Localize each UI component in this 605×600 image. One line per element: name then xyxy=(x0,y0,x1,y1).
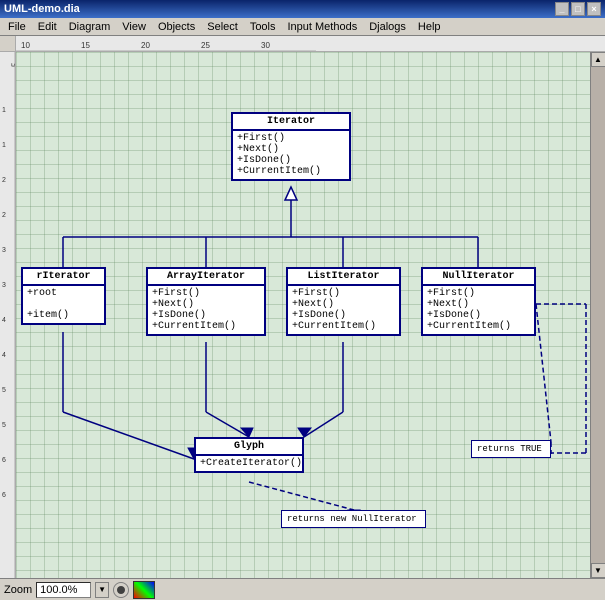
arrayiterator-methods: +First() +Next() +IsDone() +CurrentItem(… xyxy=(148,286,264,334)
arrayiterator-class: ArrayIterator +First() +Next() +IsDone()… xyxy=(146,267,266,336)
svg-text:1: 1 xyxy=(2,107,6,114)
menu-objects[interactable]: Objects xyxy=(152,20,201,34)
menu-file[interactable]: File xyxy=(2,20,32,34)
menu-tools[interactable]: Tools xyxy=(244,20,282,34)
horizontal-ruler: 10 15 20 25 30 35 40 xyxy=(0,36,605,52)
vscroll-down-button[interactable]: ▼ xyxy=(591,563,605,578)
vertical-ruler: 5 1 1 2 2 3 3 4 4 5 5 6 6 xyxy=(0,52,16,578)
svg-text:30: 30 xyxy=(261,41,270,50)
svg-text:6: 6 xyxy=(2,492,6,499)
vertical-scrollbar[interactable]: ▲ ▼ xyxy=(590,52,605,578)
menu-select[interactable]: Select xyxy=(201,20,244,34)
color-button[interactable] xyxy=(133,581,155,599)
vscroll-up-button[interactable]: ▲ xyxy=(591,52,605,67)
menu-bar: File Edit Diagram View Objects Select To… xyxy=(0,18,605,36)
window-controls[interactable]: _ □ × xyxy=(555,2,601,16)
vscroll-track[interactable] xyxy=(591,67,605,563)
nulliterator-class: NullIterator +First() +Next() +IsDone() … xyxy=(421,267,536,336)
svg-text:4: 4 xyxy=(2,352,6,359)
svg-text:5: 5 xyxy=(2,387,6,394)
returns-true-note: returns TRUE xyxy=(471,440,551,458)
status-bar: Zoom 100.0% ▼ xyxy=(0,578,605,600)
listiterator-title: ListIterator xyxy=(288,269,399,286)
svg-text:15: 15 xyxy=(81,41,90,50)
diagram-canvas[interactable]: Iterator +First() +Next() +IsDone() +Cur… xyxy=(16,52,590,578)
listiterator-methods: +First() +Next() +IsDone() +CurrentItem(… xyxy=(288,286,399,334)
glyph-methods: +CreateIterator() xyxy=(196,456,302,471)
menu-input-methods[interactable]: Input Methods xyxy=(282,20,364,34)
close-button[interactable]: × xyxy=(587,2,601,16)
menu-edit[interactable]: Edit xyxy=(32,20,63,34)
svg-text:2: 2 xyxy=(2,177,6,184)
title-bar: UML-demo.dia _ □ × xyxy=(0,0,605,18)
iterator-title: Iterator xyxy=(233,114,349,131)
ruler-corner xyxy=(0,36,16,52)
svg-text:2: 2 xyxy=(2,212,6,219)
menu-djalogs[interactable]: Djalogs xyxy=(363,20,412,34)
returns-nulliterator-note: returns new NullIterator xyxy=(281,510,426,528)
menu-help[interactable]: Help xyxy=(412,20,447,34)
origin-dot-button[interactable] xyxy=(113,582,129,598)
origin-dot-icon xyxy=(117,586,125,594)
svg-text:20: 20 xyxy=(141,41,150,50)
minimize-button[interactable]: _ xyxy=(555,2,569,16)
iterator-methods: +First() +Next() +IsDone() +CurrentItem(… xyxy=(233,131,349,179)
svg-text:4: 4 xyxy=(2,317,6,324)
maximize-button[interactable]: □ xyxy=(571,2,585,16)
main-area: 5 1 1 2 2 3 3 4 4 5 5 6 6 xyxy=(0,52,605,578)
returns-nulliterator-text: returns new NullIterator xyxy=(287,514,417,524)
svg-text:10: 10 xyxy=(21,41,30,50)
svg-text:5: 5 xyxy=(2,422,6,429)
glyph-class: Glyph +CreateIterator() xyxy=(194,437,304,473)
svg-text:3: 3 xyxy=(2,282,6,289)
arrayiterator-title: ArrayIterator xyxy=(148,269,264,286)
nulliterator-methods: +First() +Next() +IsDone() +CurrentItem(… xyxy=(423,286,534,334)
riterator-methods: +root +item() xyxy=(23,286,104,323)
returns-true-text: returns TRUE xyxy=(477,444,542,454)
svg-text:6: 6 xyxy=(2,457,6,464)
menu-diagram[interactable]: Diagram xyxy=(63,20,117,34)
ruler-v-marks: 5 1 1 2 2 3 3 4 4 5 5 6 6 xyxy=(0,52,16,578)
ruler-h-marks: 10 15 20 25 30 35 40 xyxy=(16,36,316,52)
svg-text:3: 3 xyxy=(2,247,6,254)
nulliterator-title: NullIterator xyxy=(423,269,534,286)
zoom-value[interactable]: 100.0% xyxy=(36,582,91,598)
zoom-dropdown-button[interactable]: ▼ xyxy=(95,582,109,598)
iterator-class: Iterator +First() +Next() +IsDone() +Cur… xyxy=(231,112,351,181)
riterator-class: rIterator +root +item() xyxy=(21,267,106,325)
glyph-title: Glyph xyxy=(196,439,302,456)
menu-view[interactable]: View xyxy=(116,20,152,34)
svg-text:1: 1 xyxy=(2,142,6,149)
svg-text:25: 25 xyxy=(201,41,210,50)
zoom-label: Zoom xyxy=(4,584,32,596)
riterator-title: rIterator xyxy=(23,269,104,286)
title-bar-title: UML-demo.dia xyxy=(4,3,80,15)
listiterator-class: ListIterator +First() +Next() +IsDone() … xyxy=(286,267,401,336)
canvas-wrapper[interactable]: Iterator +First() +Next() +IsDone() +Cur… xyxy=(16,52,590,578)
